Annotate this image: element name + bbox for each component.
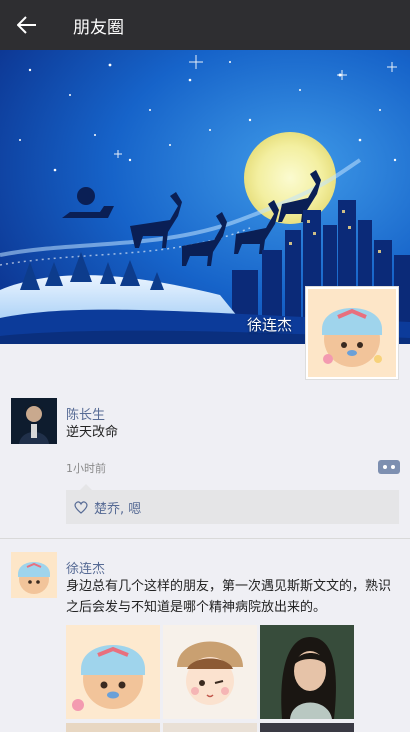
post-divider xyxy=(0,538,410,539)
photo-thumbnail[interactable] xyxy=(163,625,257,719)
moment-post: 徐连杰 身边总有几个这样的朋友，第一次遇见斯斯文文的，熟识之后会发与不知道是哪个… xyxy=(0,550,410,732)
post-username[interactable]: 陈长生 xyxy=(66,404,105,423)
post-text: 身边总有几个这样的朋友，第一次遇见斯斯文文的，熟识之后会发与不知道是哪个精神病院… xyxy=(66,579,392,615)
dot-icon xyxy=(391,465,395,469)
top-bar: 朋友圈 xyxy=(0,0,410,50)
photo-grid xyxy=(66,625,354,719)
likes-panel: 楚乔, 嗯 xyxy=(66,484,399,524)
photo-thumbnail[interactable] xyxy=(260,625,354,719)
cover-owner-name: 徐连杰 xyxy=(246,316,292,334)
page-title: 朋友圈 xyxy=(73,17,124,38)
post-text: 逆天改命 xyxy=(66,425,119,440)
likes-names[interactable]: 楚乔, 嗯 xyxy=(94,498,141,517)
photo-thumbnail[interactable] xyxy=(163,720,257,732)
heart-icon xyxy=(74,500,88,514)
caret-icon xyxy=(80,484,92,490)
post-username[interactable]: 徐连杰 xyxy=(66,558,105,577)
photo-thumbnail[interactable] xyxy=(260,720,354,732)
post-time: 1小时前 xyxy=(66,462,106,475)
back-button[interactable] xyxy=(0,0,54,50)
photo-thumbnail[interactable] xyxy=(66,625,160,719)
avatar[interactable] xyxy=(11,398,57,444)
moment-post: 陈长生 逆天改命 1小时前 楚乔, 嗯 xyxy=(0,396,410,538)
arrow-left-icon xyxy=(17,16,36,34)
dot-icon xyxy=(383,465,387,469)
photo-grid xyxy=(66,720,354,732)
avatar[interactable] xyxy=(11,552,57,598)
comment-button[interactable] xyxy=(378,460,400,474)
profile-avatar[interactable] xyxy=(305,286,399,380)
photo-thumbnail[interactable] xyxy=(66,720,160,732)
